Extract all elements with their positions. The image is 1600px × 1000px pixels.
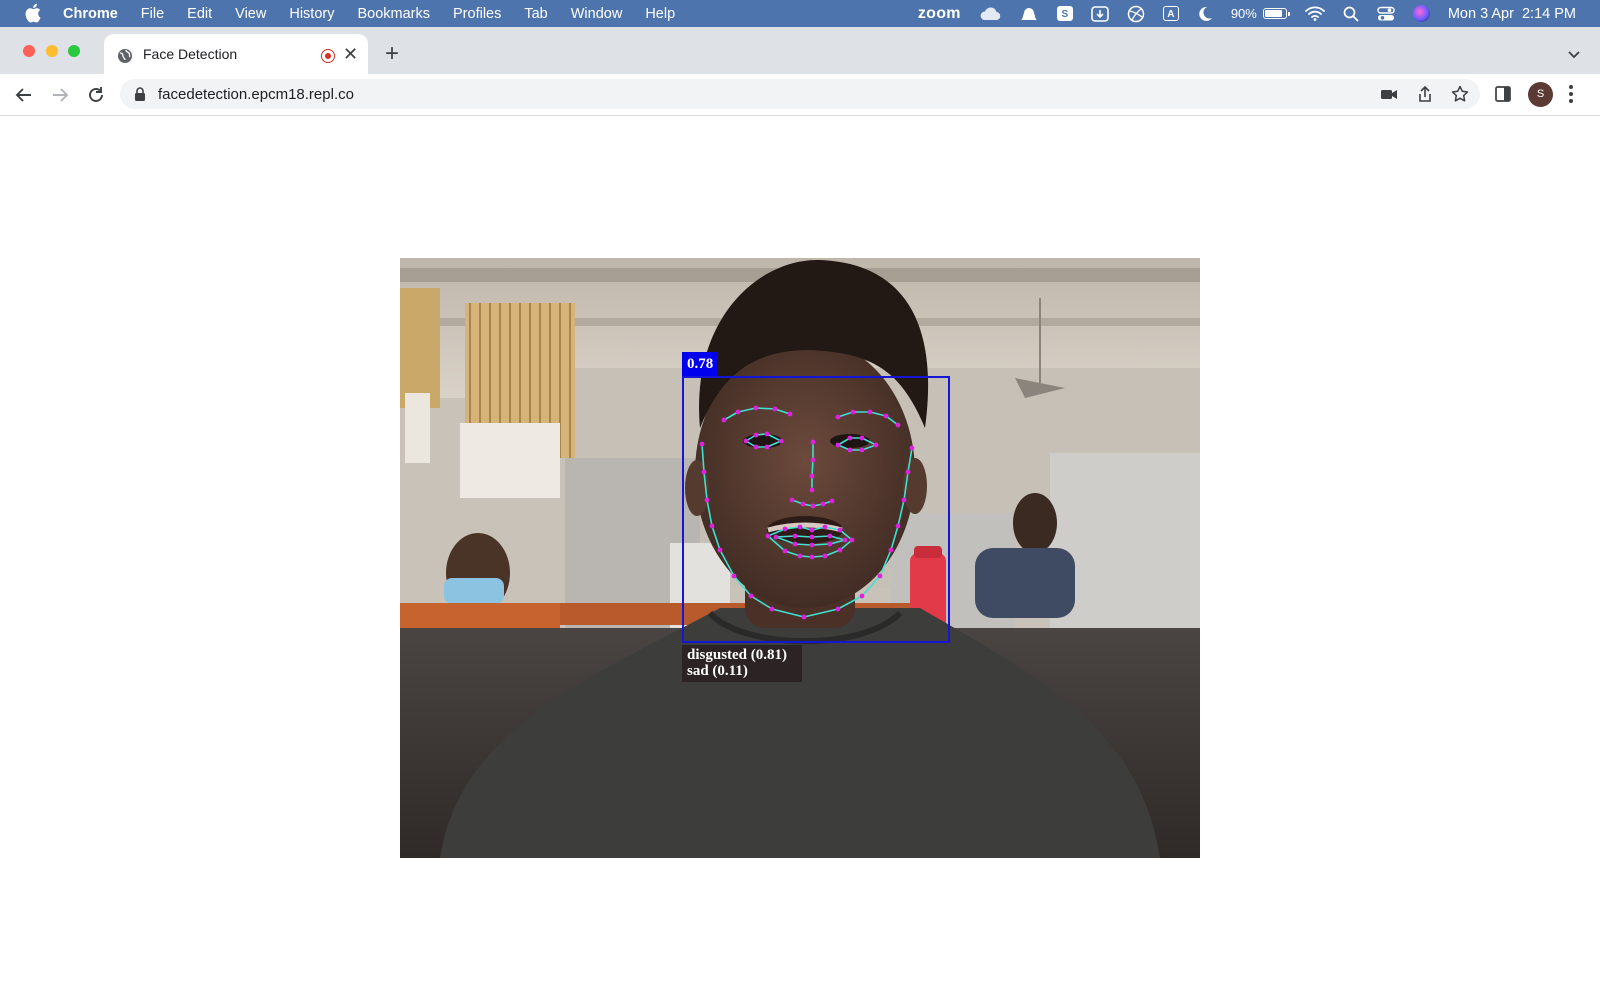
expression-secondary: sad (0.11): [687, 663, 748, 679]
profile-avatar[interactable]: S: [1528, 82, 1553, 107]
menu-app-name[interactable]: Chrome: [63, 6, 118, 22]
recording-indicator-icon: [321, 49, 335, 63]
side-panel-icon[interactable]: [1494, 85, 1512, 103]
download-icon[interactable]: [1091, 0, 1109, 27]
menu-window[interactable]: Window: [571, 6, 623, 22]
menu-tab[interactable]: Tab: [524, 6, 547, 22]
s-app-icon[interactable]: S: [1056, 6, 1073, 21]
bell-icon[interactable]: [1019, 0, 1039, 27]
more-options-icon[interactable]: [1568, 84, 1574, 104]
face-bounding-box: [682, 376, 950, 643]
menu-help[interactable]: Help: [645, 6, 675, 22]
globe-favicon-icon: [118, 49, 132, 63]
clock[interactable]: Mon 3 Apr 2:14 PM: [1448, 0, 1576, 27]
forward-arrow-icon[interactable]: [49, 84, 71, 106]
control-center-icon[interactable]: [1377, 0, 1395, 27]
window-close-button[interactable]: [23, 45, 35, 57]
apple-icon[interactable]: [24, 3, 42, 23]
moon-icon[interactable]: [1197, 0, 1213, 27]
new-tab-button[interactable]: +: [385, 42, 399, 66]
spotlight-search-icon[interactable]: [1343, 0, 1359, 27]
expression-label: disgusted (0.81) sad (0.11): [682, 645, 802, 682]
zoom-status-icon[interactable]: zoom: [918, 0, 961, 27]
menu-bar: Chrome File Edit View History Bookmarks …: [0, 0, 1600, 27]
back-arrow-icon[interactable]: [13, 84, 35, 106]
siri-icon[interactable]: [1412, 5, 1430, 22]
menu-profiles[interactable]: Profiles: [453, 6, 501, 22]
battery-icon: [1262, 8, 1290, 19]
share-icon[interactable]: [1416, 85, 1434, 103]
wifi-icon[interactable]: [1304, 0, 1325, 27]
menu-view[interactable]: View: [235, 6, 266, 22]
bookmark-star-icon[interactable]: [1451, 85, 1469, 103]
tab-search-chevron-icon[interactable]: [1566, 47, 1582, 61]
menu-edit[interactable]: Edit: [187, 6, 212, 22]
url-text[interactable]: facedetection.epcm18.repl.co: [158, 86, 354, 103]
tab-title: Face Detection: [143, 46, 238, 62]
lock-icon[interactable]: [134, 87, 146, 101]
tab-close-icon[interactable]: ✕: [343, 44, 358, 64]
menu-history[interactable]: History: [289, 6, 334, 22]
reload-icon[interactable]: [85, 84, 107, 106]
window-minimize-button[interactable]: [46, 45, 58, 57]
detection-score-label: 0.78: [682, 352, 719, 376]
menu-file[interactable]: File: [141, 6, 164, 22]
input-source-icon[interactable]: A: [1162, 6, 1179, 21]
menu-bookmarks[interactable]: Bookmarks: [357, 6, 430, 22]
camera-in-use-icon[interactable]: [1380, 85, 1398, 103]
window-zoom-button[interactable]: [68, 45, 80, 57]
cloud-icon[interactable]: [979, 0, 1001, 27]
battery-status[interactable]: 90%: [1230, 0, 1290, 27]
expression-primary: disgusted (0.81): [687, 647, 788, 663]
battery-percent: 90%: [1230, 6, 1257, 21]
globe-icon[interactable]: [1127, 0, 1145, 27]
